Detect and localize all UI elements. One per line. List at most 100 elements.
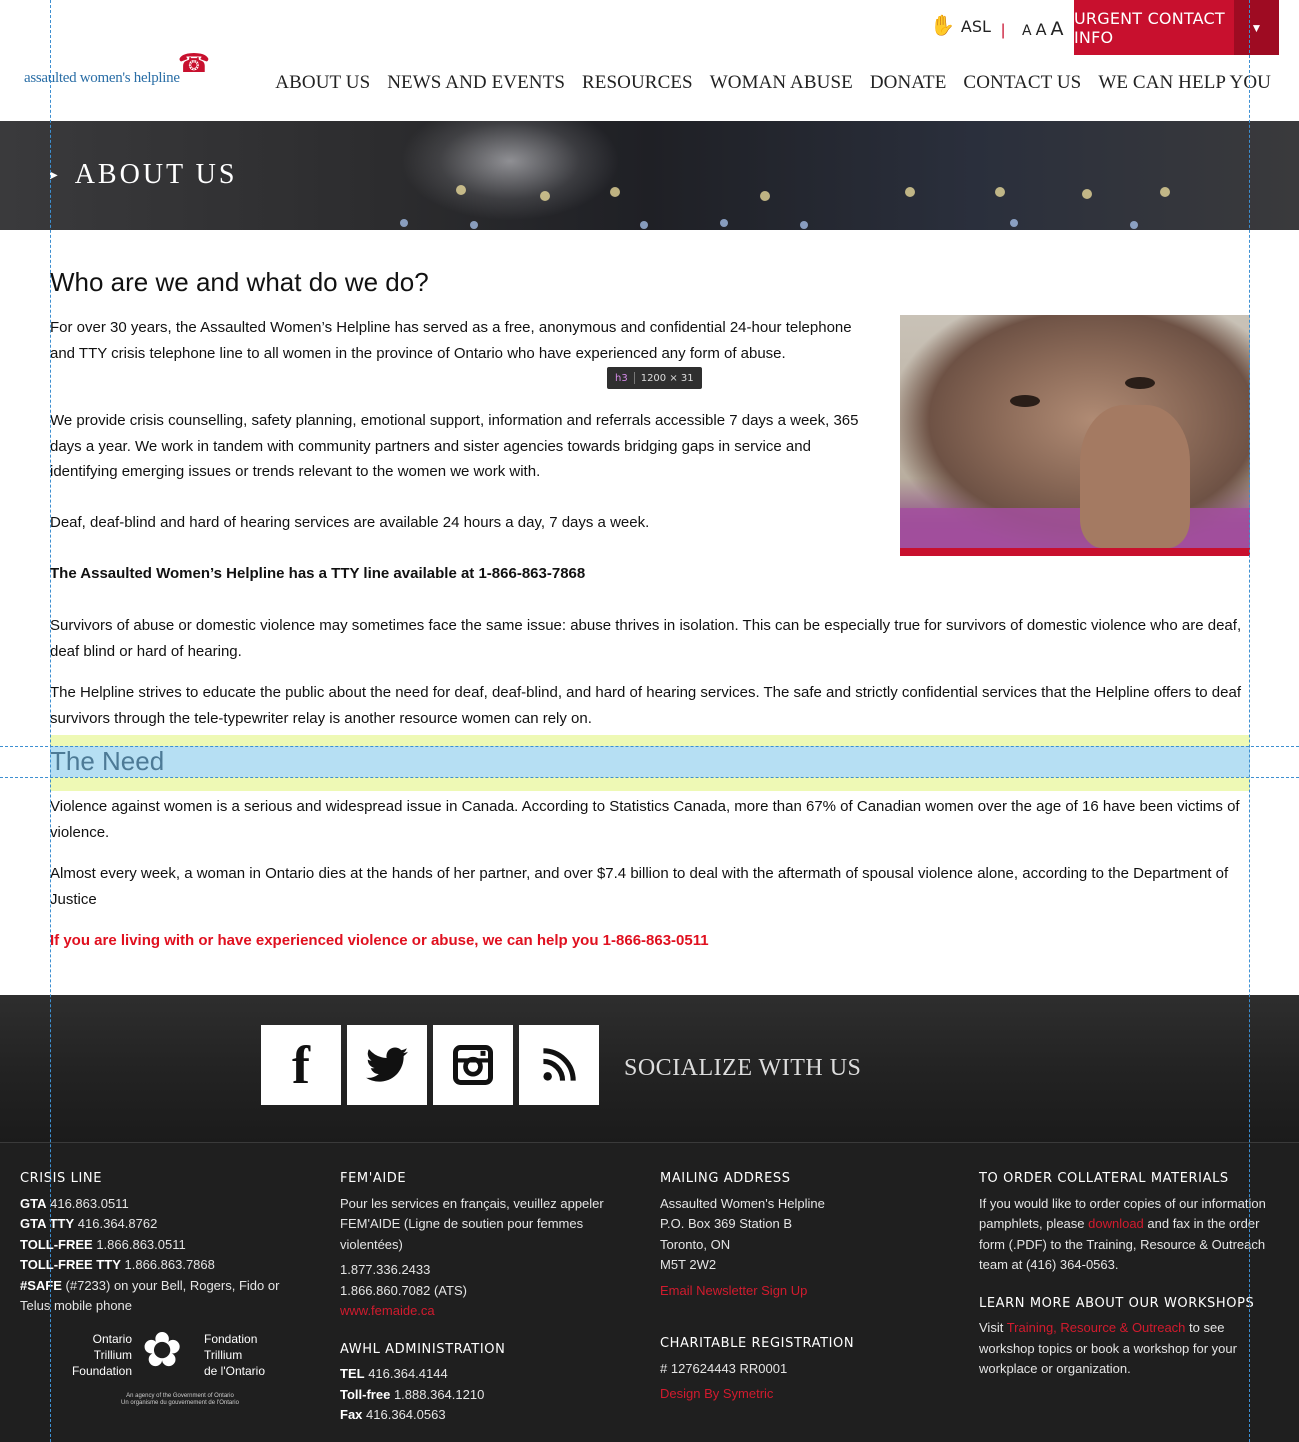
trillium-flower-icon: ✿	[142, 1324, 183, 1377]
footer-order: TO ORDER COLLATERAL MATERIALS If you wou…	[979, 1169, 1279, 1380]
mailing-title: MAILING ADDRESS	[660, 1171, 791, 1186]
mailing-line: Toronto, ON	[660, 1236, 731, 1252]
safe-label: #SAFE	[20, 1277, 62, 1293]
guide-line-top	[0, 746, 1299, 747]
workshops-text: Visit Training, Resource & Outreach to s…	[979, 1320, 1237, 1376]
mailing-line: P.O. Box 369 Station B	[660, 1216, 793, 1231]
footer-crisis-line: CRISIS LINE GTA 416.863.0511 GTA TTY 416…	[20, 1169, 310, 1317]
footer-femaide: FEM'AIDE Pour les services en français, …	[340, 1169, 610, 1426]
nav-we-can-help-you[interactable]: WE CAN HELP YOU	[1098, 72, 1271, 94]
section-heading-need: The Need	[50, 746, 165, 776]
mailing-line: Assaulted Women's Helpline	[660, 1195, 825, 1211]
toll-free-label: TOLL-FREE	[20, 1236, 93, 1252]
footer-mailing: MAILING ADDRESS Assaulted Women's Helpli…	[660, 1169, 930, 1405]
sign-language-icon: ✋	[930, 15, 955, 37]
main-nav: ABOUT US NEWS AND EVENTS RESOURCES WOMAN…	[275, 72, 1271, 94]
page-title-text: ABOUT US	[74, 159, 238, 190]
admin-fax-label: Fax	[340, 1407, 363, 1422]
tooltip-tag: h3	[615, 372, 628, 384]
order-title: TO ORDER COLLATERAL MATERIALS	[979, 1171, 1229, 1186]
femaide-link[interactable]: www.femaide.ca	[340, 1301, 610, 1322]
newsletter-link[interactable]: Email Newsletter Sign Up	[660, 1281, 930, 1302]
guide-line-right	[1249, 0, 1250, 1442]
page-title: ▶ ABOUT US	[50, 159, 237, 191]
text-size-controls: A A A	[1022, 18, 1064, 40]
facebook-icon: f	[292, 1035, 310, 1095]
hero-banner: ▶ ABOUT US	[0, 121, 1299, 230]
asl-label: ASL	[960, 16, 991, 36]
nav-woman-abuse[interactable]: WOMAN ABUSE	[710, 72, 853, 94]
twitter-button[interactable]	[347, 1025, 427, 1105]
trillium-logo-english: Ontario Trillium Foundation	[71, 1332, 132, 1378]
admin-toll-free[interactable]: 1.888.364.1210	[394, 1387, 484, 1402]
crisis-line-title: CRISIS LINE	[20, 1171, 103, 1186]
paragraph-deaf-services: Deaf, deaf-blind and hard of hearing ser…	[50, 514, 650, 531]
toll-free-tty-number[interactable]: 1.866.863.7868	[125, 1257, 215, 1272]
femaide-phone[interactable]: 1.877.336.2433	[340, 1260, 610, 1281]
femaide-phone-tty[interactable]: 1.866.860.7082 (ATS)	[340, 1281, 610, 1302]
guide-line-bottom	[0, 777, 1299, 778]
workshops-title: LEARN MORE ABOUT OUR WORKSHOPS	[979, 1295, 1255, 1311]
charitable-number: # 127624443 RR0001	[660, 1360, 788, 1376]
facebook-button[interactable]: f	[261, 1025, 341, 1105]
admin-fax: 416.364.0563	[366, 1407, 446, 1422]
text-size-small[interactable]: A	[1022, 23, 1032, 39]
tooltip-dimensions: 1200 × 31	[640, 372, 694, 384]
trillium-agency-note: An agency of the Government of Ontario U…	[121, 1393, 239, 1406]
paragraph-tty-line: The Assaulted Women’s Helpline has a TTY…	[50, 565, 586, 582]
phone-handset-icon: ☎	[177, 48, 211, 78]
socialize-tagline: SOCIALIZE WITH US	[624, 1055, 862, 1081]
femaide-title: FEM'AIDE	[340, 1171, 407, 1186]
instagram-icon	[453, 1045, 493, 1085]
rss-button[interactable]	[519, 1025, 599, 1105]
charitable-title: CHARITABLE REGISTRATION	[660, 1336, 855, 1351]
chevron-down-icon[interactable]: ▼	[1234, 0, 1279, 55]
site-footer: CRISIS LINE GTA 416.863.0511 GTA TTY 416…	[0, 1142, 1299, 1442]
nav-news-and-events[interactable]: NEWS AND EVENTS	[387, 72, 565, 94]
gta-tty-label: GTA TTY	[20, 1216, 75, 1231]
nav-resources[interactable]: RESOURCES	[582, 72, 693, 94]
paragraph-educate: The Helpline strives to educate the publ…	[50, 684, 1241, 727]
design-credit-link[interactable]: Design By Symetric	[660, 1384, 930, 1405]
devtools-element-tooltip: h3 1200 × 31	[607, 367, 702, 389]
twitter-icon	[366, 1047, 408, 1082]
woman-portrait-image	[900, 315, 1250, 556]
femaide-text: Pour les services en français, veuillez …	[340, 1195, 604, 1252]
admin-title: AWHL ADMINISTRATION	[340, 1341, 506, 1357]
text-size-medium[interactable]: A	[1036, 20, 1047, 39]
order-text: If you would like to order copies of our…	[979, 1195, 1266, 1273]
guide-line-left	[50, 0, 51, 1442]
nav-about-us[interactable]: ABOUT US	[275, 72, 370, 94]
training-link[interactable]: Training, Resource & Outreach	[1007, 1320, 1186, 1335]
gta-label: GTA	[20, 1195, 47, 1211]
mailing-line: M5T 2W2	[660, 1257, 717, 1272]
asl-toggle[interactable]: ✋ ASL	[930, 16, 991, 36]
admin-toll-free-label: Toll-free	[340, 1386, 391, 1402]
download-link[interactable]: download	[1088, 1216, 1144, 1231]
paragraph-intro: For over 30 years, the Assaulted Women’s…	[50, 319, 852, 362]
nav-donate[interactable]: DONATE	[870, 72, 947, 94]
text-size-large[interactable]: A	[1051, 18, 1064, 40]
utility-separator: |	[1001, 22, 1006, 39]
hero-background-image	[400, 121, 620, 221]
nav-contact-us[interactable]: CONTACT US	[963, 72, 1081, 94]
trillium-logo-french: Fondation Trillium de l'Ontario	[204, 1332, 265, 1378]
image-accent-bar	[900, 548, 1250, 556]
logo-text: assaulted women's helpline	[24, 70, 180, 86]
admin-tel[interactable]: 416.364.4144	[368, 1366, 448, 1381]
urgent-contact-label: URGENT CONTACT INFO	[1074, 8, 1225, 47]
trillium-foundation-logo[interactable]: Ontario Trillium Foundation ✿ Fondation …	[70, 1324, 270, 1409]
section-heading-who: Who are we and what do we do?	[50, 267, 429, 297]
gta-tty-number[interactable]: 416.364.8762	[78, 1216, 158, 1231]
paragraph-survivors: Survivors of abuse or domestic violence …	[50, 617, 1242, 660]
rss-icon	[543, 1048, 576, 1081]
site-logo[interactable]: assaulted women's helpline ☎	[24, 48, 210, 87]
instagram-button[interactable]	[433, 1025, 513, 1105]
paragraph-services: We provide crisis counselling, safety pl…	[50, 412, 859, 480]
admin-tel-label: TEL	[340, 1366, 365, 1381]
help-callout[interactable]: If you are living with or have experienc…	[50, 928, 1245, 954]
gta-number[interactable]: 416.863.0511	[50, 1196, 129, 1211]
toll-free-number[interactable]: 1.866.863.0511	[96, 1237, 185, 1252]
paragraph-violence-stats: Violence against women is a serious and …	[50, 798, 1240, 841]
highlight-content	[50, 746, 1250, 777]
